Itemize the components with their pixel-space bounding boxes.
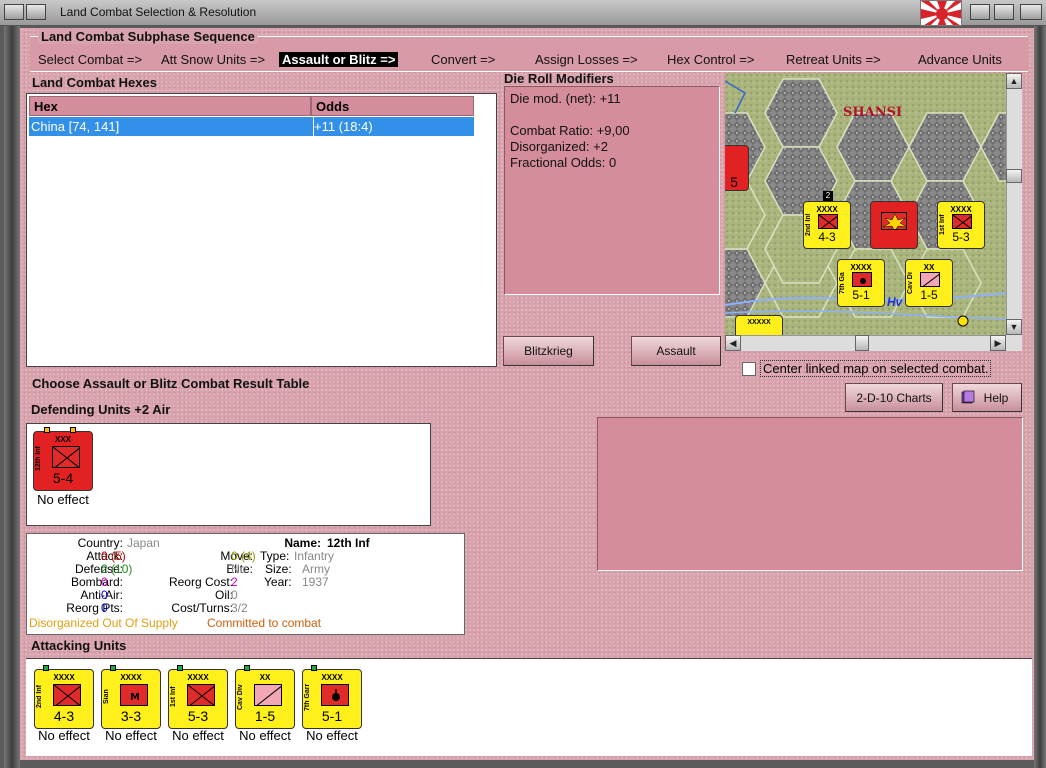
- right-frame: [1034, 26, 1046, 768]
- scroll-up-arrow-icon[interactable]: ▲: [1006, 73, 1022, 89]
- scroll-thumb[interactable]: [1006, 169, 1022, 183]
- combat-ratio: Combat Ratio: +9,00: [510, 123, 630, 138]
- attacking-unit-status: No effect: [38, 728, 90, 743]
- window-menu-button[interactable]: [4, 4, 24, 20]
- japan-flag-icon: [920, 0, 962, 26]
- scroll-down-arrow-icon[interactable]: ▼: [1006, 319, 1022, 335]
- stack-count-badge: 2: [823, 191, 833, 201]
- map-counter-target[interactable]: [870, 201, 918, 249]
- column-header-odds[interactable]: Odds: [311, 96, 474, 116]
- defending-units-box: XXX 12th Inf 5-4 No effect: [26, 423, 431, 526]
- attacking-unit-status: No effect: [306, 728, 358, 743]
- attacking-unit-status: No effect: [239, 728, 291, 743]
- infantry-symbol-icon: [818, 214, 838, 229]
- info-status-disorganized: Disorganized Out Of Supply: [29, 616, 178, 630]
- choose-crt-label: Choose Assault or Blitz Combat Result Ta…: [32, 376, 310, 391]
- map-counter-partial[interactable]: XXXXX: [735, 315, 783, 335]
- map-horizontal-scrollbar[interactable]: ◀ ▶: [725, 335, 1006, 351]
- attacking-unit-status: No effect: [105, 728, 157, 743]
- assault-button[interactable]: Assault: [631, 336, 721, 366]
- step-select-combat: Select Combat =>: [38, 52, 143, 67]
- step-assign-losses: Assign Losses =>: [535, 52, 638, 67]
- cavalry-symbol-icon: [920, 272, 940, 287]
- attacking-unit-sian[interactable]: XXXX Sian M 3-3: [101, 665, 161, 729]
- scroll-thumb-h[interactable]: [855, 335, 869, 351]
- maximize-button[interactable]: [994, 4, 1014, 20]
- attacking-units-box: XXXX 2nd Inf 4-3 No effect XXXX Sian M 3…: [26, 658, 1032, 756]
- scroll-left-arrow-icon[interactable]: ◀: [725, 335, 741, 351]
- combat-result-panel: [597, 417, 1023, 571]
- attacking-unit-2nd-inf[interactable]: XXXX 2nd Inf 4-3: [34, 665, 94, 729]
- mountain-symbol-icon: M: [120, 684, 148, 706]
- title-bar: Land Combat Selection & Resolution: [0, 0, 1046, 26]
- info-reorg-pts: 0: [101, 601, 108, 615]
- combat-explosion-icon: [881, 212, 907, 230]
- info-country: Japan: [127, 536, 160, 550]
- map-river-label-fragment-2: Hv: [887, 295, 903, 309]
- blitzkrieg-button[interactable]: Blitzkrieg: [503, 336, 594, 366]
- infantry-symbol-icon: [53, 684, 81, 706]
- help-book-icon: [961, 390, 975, 404]
- attacking-unit-7th-garr[interactable]: XXXX 7th Garr 5-1: [302, 665, 362, 729]
- attacking-unit-1st-inf[interactable]: XXXX 1st Inf 5-3: [168, 665, 228, 729]
- center-map-checkbox[interactable]: [742, 362, 756, 376]
- svg-text:M: M: [130, 692, 140, 703]
- die-mod-net: Die mod. (net): +11: [510, 91, 621, 106]
- attacking-unit-cav-div[interactable]: XX Cav Div 1-5: [235, 665, 295, 729]
- table-row[interactable]: China [74, 141] +11 (18:4): [29, 117, 474, 136]
- help-label: Help: [983, 390, 1009, 405]
- die-roll-modifiers-title: Die Roll Modifiers: [504, 71, 614, 86]
- left-frame: [4, 26, 20, 768]
- unit-info-panel: Country: Japan Name: 12th Inf Attack: 0 …: [26, 533, 465, 635]
- infantry-symbol-icon: [187, 684, 215, 706]
- garrison-symbol-icon: [852, 272, 872, 287]
- info-cost-turns: 3/2: [231, 601, 248, 615]
- hex-cell: China [74, 141]: [31, 119, 120, 134]
- fractional-odds: Fractional Odds: 0: [510, 155, 617, 170]
- region-label-shansi: SHANSI: [843, 105, 903, 120]
- garrison-symbol-icon: [321, 684, 349, 706]
- infantry-symbol-icon: [52, 446, 80, 468]
- info-year: 1937: [302, 575, 329, 589]
- minimize-button[interactable]: [26, 4, 46, 20]
- die-roll-modifiers-panel: Die mod. (net): +11 Combat Ratio: +9,00 …: [504, 86, 720, 295]
- disorganized-mod: Disorganized: +2: [510, 139, 608, 154]
- column-header-hex[interactable]: Hex: [29, 96, 311, 116]
- close-button[interactable]: [1020, 4, 1042, 20]
- odds-cell: +11 (18:4): [313, 117, 373, 136]
- charts-button[interactable]: 2-D-10 Charts: [845, 383, 943, 412]
- attacking-unit-status: No effect: [172, 728, 224, 743]
- cavalry-symbol-icon: [254, 684, 282, 706]
- map-counter-offscreen[interactable]: 5: [725, 145, 749, 191]
- scroll-corner: [1006, 335, 1022, 351]
- scroll-right-arrow-icon[interactable]: ▶: [990, 335, 1006, 351]
- step-retreat-units: Retreat Units =>: [786, 52, 881, 67]
- linked-map[interactable]: SHANSI V Hv 5 2 XXXX 2nd Inf 4-3 XXXX 1s…: [725, 73, 1008, 335]
- subphase-title: Land Combat Subphase Sequence: [38, 29, 258, 44]
- infantry-symbol-icon: [952, 214, 972, 229]
- defending-unit-status: No effect: [37, 492, 89, 507]
- step-convert: Convert =>: [431, 52, 496, 67]
- center-map-label[interactable]: Center linked map on selected combat.: [760, 360, 992, 377]
- attacking-units-title: Attacking Units: [31, 638, 127, 653]
- defending-unit-12th-inf[interactable]: XXX 12th Inf 5-4: [33, 427, 93, 491]
- defending-units-title: Defending Units +2 Air: [31, 402, 171, 417]
- step-att-snow-units: Att Snow Units =>: [161, 52, 266, 67]
- info-status-committed: Committed to combat: [207, 616, 322, 630]
- land-combat-hexes-table: Hex Odds China [74, 141] +11 (18:4): [26, 93, 497, 367]
- step-advance-units: Advance Units: [918, 52, 1002, 67]
- restore-button[interactable]: [970, 4, 990, 20]
- land-combat-hexes-title: Land Combat Hexes: [32, 75, 157, 90]
- map-counter-1st-inf[interactable]: XXXX 1st Inf 5-3: [937, 201, 985, 249]
- map-counter-2nd-inf[interactable]: XXXX 2nd Inf 4-3: [803, 201, 851, 249]
- step-assault-or-blitz: Assault or Blitz =>: [279, 52, 399, 67]
- window-title: Land Combat Selection & Resolution: [60, 5, 257, 19]
- map-vertical-scrollbar[interactable]: ▲ ▼: [1006, 73, 1022, 335]
- map-counter-cav-div[interactable]: XX Cav Div 1-5: [905, 259, 953, 307]
- map-counter-7th-garr[interactable]: XXXX 7th Garr 5-1: [837, 259, 885, 307]
- help-button[interactable]: Help: [952, 383, 1022, 412]
- step-hex-control: Hex Control =>: [667, 52, 755, 67]
